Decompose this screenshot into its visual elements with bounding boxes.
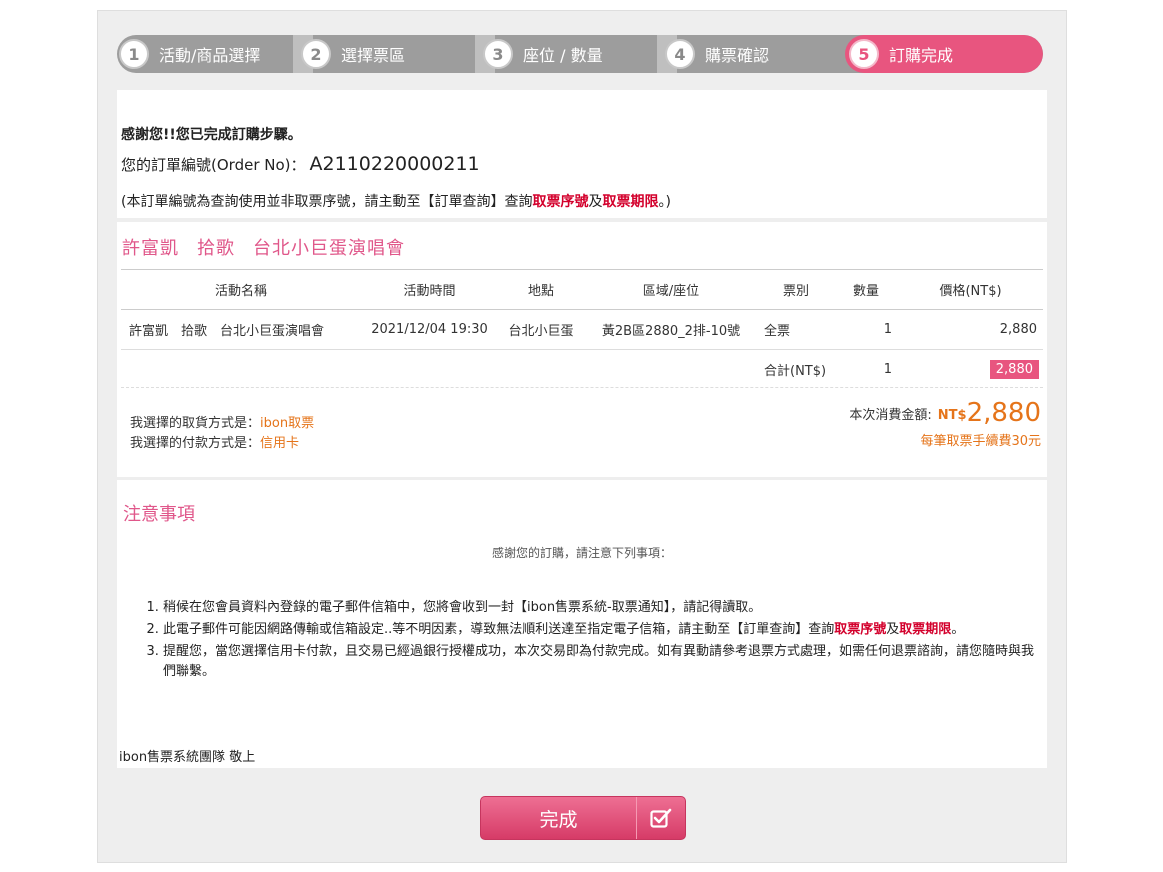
col-header: 票別 bbox=[758, 269, 834, 310]
table-row: 許富凱 拾歌 台北小巨蛋演唱會 2021/12/04 19:30 台北小巨蛋 黃… bbox=[121, 309, 1043, 350]
order-number-line: 您的訂單編號(Order No)： A2110220000211 bbox=[121, 153, 480, 175]
notice-list: 稍候在您會員資料內登錄的電子郵件信箱中，您將會收到一封【ibon售票系統-取票通… bbox=[147, 598, 1043, 684]
subtotal-row: 合計(NT$) 1 2,880 bbox=[121, 350, 1043, 390]
delivery-payment-info: 我選擇的取貨方式是：ibon取票 我選擇的付款方式是：信用卡 bbox=[130, 414, 314, 454]
total-currency: NT$ bbox=[937, 408, 967, 423]
col-header: 數量 bbox=[834, 269, 898, 310]
order-number-note: (本訂單編號為查詢使用並非取票序號，請主動至【訂單查詢】查詢取票序號及取票期限。… bbox=[121, 191, 671, 211]
step-1: 1 活動/商品選擇 bbox=[119, 35, 297, 73]
ticket-table: 活動名稱 活動時間 地點 區域/座位 票別 數量 價格(NT$) 許富凱 拾歌 … bbox=[121, 269, 1043, 389]
col-header: 活動名稱 bbox=[121, 269, 361, 310]
fee-note: 每筆取票手續費30元 bbox=[920, 434, 1041, 449]
cell-seat: 黃2B區2880_2排-10號 bbox=[584, 309, 758, 350]
cell-ticket-type: 全票 bbox=[758, 309, 834, 350]
notice-text: 及 bbox=[886, 622, 900, 637]
cell-venue: 台北小巨蛋 bbox=[498, 309, 584, 350]
step-3: 3 座位 / 數量 bbox=[483, 35, 661, 73]
notice-subtitle: 感謝您的訂購，請注意下列事項： bbox=[491, 546, 672, 560]
notice-text: 此電子郵件可能因網路傳輸或信箱設定..等不明因素，導致無法順利送達至指定電子信箱… bbox=[163, 622, 835, 637]
event-title-part: 拾歌 bbox=[197, 238, 235, 259]
notice-text: 。 bbox=[951, 622, 965, 637]
step-label: 購票確認 bbox=[705, 46, 770, 65]
divider bbox=[121, 387, 1043, 388]
subtotal-qty: 1 bbox=[883, 362, 892, 377]
thanks-message: 感謝您!!您已完成訂購步驟。 bbox=[121, 127, 302, 143]
progress-steps: 1 活動/商品選擇 2 選擇票區 3 座位 / 數量 4 購票確認 5 訂購完成 bbox=[117, 35, 1043, 73]
done-button[interactable]: 完成 bbox=[480, 796, 686, 840]
order-number: A2110220000211 bbox=[309, 153, 480, 175]
step-label: 訂購完成 bbox=[889, 46, 954, 65]
total-amount: 2,880 bbox=[966, 398, 1041, 428]
checkbox-icon bbox=[636, 797, 685, 839]
step-label: 活動/商品選擇 bbox=[159, 46, 261, 65]
note-text: 。) bbox=[658, 194, 671, 210]
cell-price: 2,880 bbox=[898, 309, 1043, 350]
col-header: 區域/座位 bbox=[584, 269, 758, 310]
signature: ibon售票系統團隊 敬上 bbox=[119, 750, 256, 765]
step-number: 2 bbox=[301, 39, 331, 69]
list-item: 提醒您，當您選擇信用卡付款，且交易已經過銀行授權成功，本次交易即為付款完成。如有… bbox=[163, 642, 1043, 682]
notice-highlight: 取票期限 bbox=[899, 622, 952, 637]
notice-highlight: 取票序號 bbox=[834, 622, 887, 637]
note-highlight: 取票序號 bbox=[532, 194, 589, 210]
col-header: 活動時間 bbox=[361, 269, 498, 310]
cell-event-name: 許富凱 拾歌 台北小巨蛋演唱會 bbox=[121, 309, 361, 350]
step-label: 選擇票區 bbox=[341, 46, 406, 65]
col-header: 價格(NT$) bbox=[898, 269, 1043, 310]
step-4: 4 購票確認 bbox=[665, 35, 843, 73]
cell-time: 2021/12/04 19:30 bbox=[361, 309, 498, 350]
table-header: 活動名稱 活動時間 地點 區域/座位 票別 數量 價格(NT$) bbox=[121, 269, 1043, 310]
notice-title: 注意事項 bbox=[123, 504, 195, 525]
pickup-value: ibon取票 bbox=[260, 416, 315, 431]
subtotal-price: 2,880 bbox=[989, 360, 1039, 379]
ticket-panel: 許富凱 拾歌 台北小巨蛋演唱會 活動名稱 活動時間 地點 區域/座位 票別 數量 價… bbox=[117, 222, 1047, 477]
event-title: 許富凱 拾歌 台北小巨蛋演唱會 bbox=[122, 234, 423, 260]
event-title-part: 許富凱 bbox=[122, 238, 179, 259]
cell-qty: 1 bbox=[834, 309, 898, 350]
event-title-part: 台北小巨蛋演唱會 bbox=[253, 238, 405, 259]
order-number-label: 您的訂單編號(Order No)： bbox=[121, 156, 306, 174]
done-button-label: 完成 bbox=[539, 808, 578, 831]
confirmation-panel: 感謝您!!您已完成訂購步驟。 您的訂單編號(Order No)： A2110220… bbox=[117, 90, 1047, 218]
step-label: 座位 / 數量 bbox=[523, 46, 603, 65]
step-2: 2 選擇票區 bbox=[301, 35, 479, 73]
pickup-label: 我選擇的取貨方式是： bbox=[130, 416, 261, 431]
note-highlight: 取票期限 bbox=[602, 194, 659, 210]
step-number: 3 bbox=[483, 39, 513, 69]
col-header: 地點 bbox=[498, 269, 584, 310]
note-text: (本訂單編號為查詢使用並非取票序號，請主動至【訂單查詢】查詢 bbox=[121, 194, 533, 210]
payment-label: 我選擇的付款方式是： bbox=[130, 436, 261, 451]
total-block: 本次消費金額: NT$2,880 每筆取票手續費30元 bbox=[849, 398, 1041, 449]
payment-value: 信用卡 bbox=[260, 436, 300, 451]
step-number: 5 bbox=[849, 39, 879, 69]
step-number: 4 bbox=[665, 39, 695, 69]
note-text: 及 bbox=[588, 194, 603, 210]
subtotal-label: 合計(NT$) bbox=[764, 364, 827, 379]
step-5-active: 5 訂購完成 bbox=[845, 35, 1043, 73]
list-item: 稍候在您會員資料內登錄的電子郵件信箱中，您將會收到一封【ibon售票系統-取票通… bbox=[163, 598, 1043, 618]
list-item: 此電子郵件可能因網路傳輸或信箱設定..等不明因素，導致無法順利送達至指定電子信箱… bbox=[163, 620, 1043, 640]
total-label: 本次消費金額: bbox=[849, 408, 932, 423]
step-number: 1 bbox=[119, 39, 149, 69]
notice-panel: 注意事項 感謝您的訂購，請注意下列事項： 稍候在您會員資料內登錄的電子郵件信箱中… bbox=[117, 480, 1047, 768]
